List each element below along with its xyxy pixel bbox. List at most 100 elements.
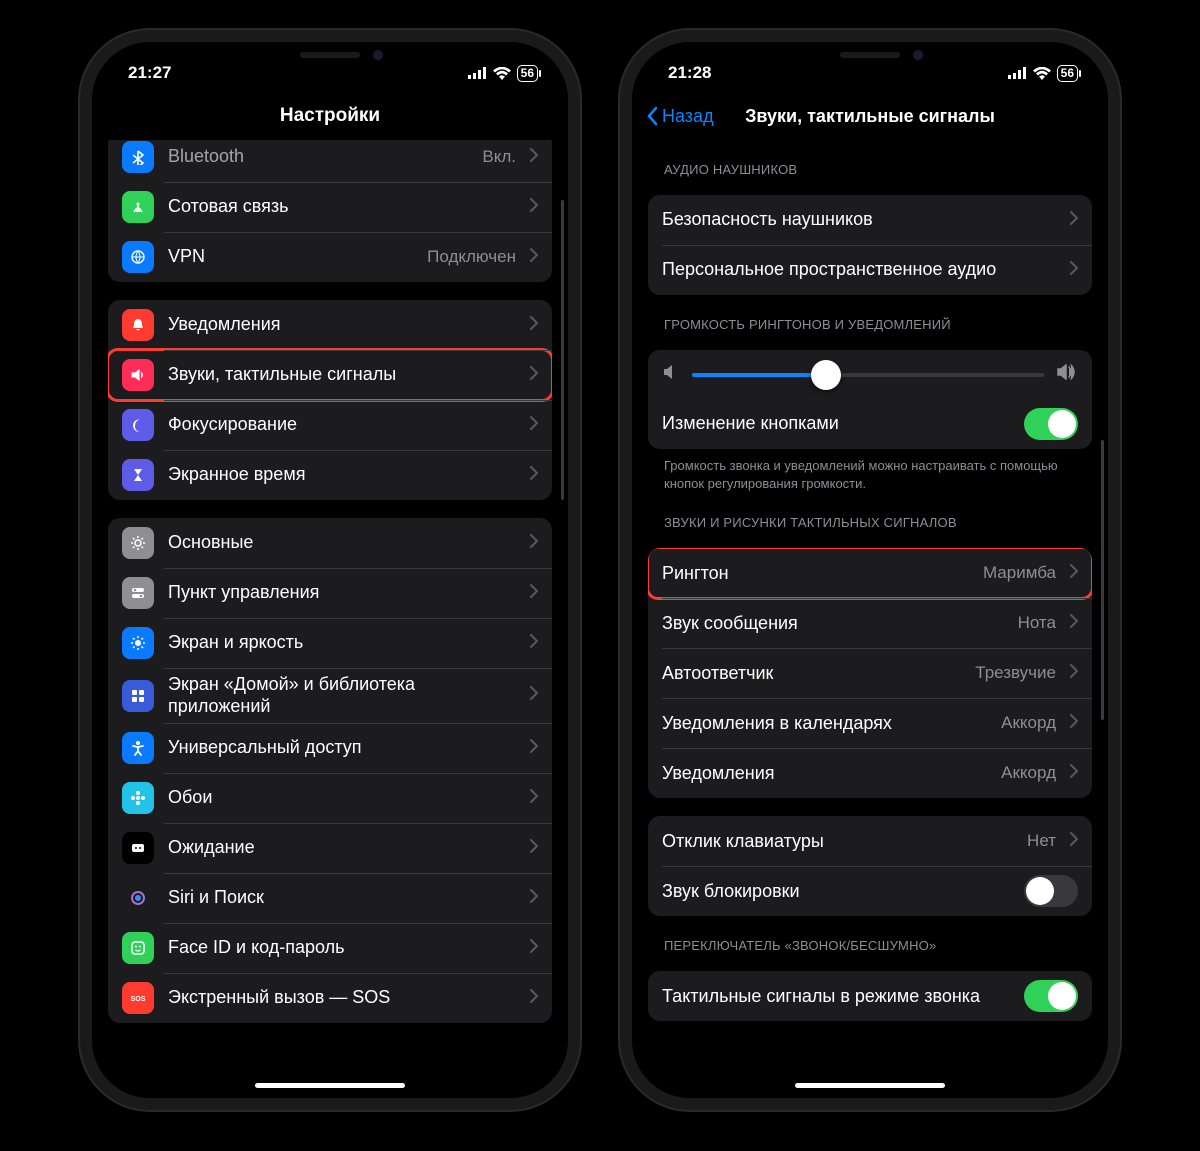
row-label: Пункт управления [168, 582, 516, 604]
settings-row-faceid[interactable]: Face ID и код-пароль [108, 923, 552, 973]
row-audio-1[interactable]: Персональное пространственное аудио [648, 245, 1092, 295]
wifi-icon [493, 67, 511, 80]
row-keyboard-feedback[interactable]: Отклик клавиатуры Нет [648, 816, 1092, 866]
vpn-icon [122, 241, 154, 273]
row-label: Уведомления в календарях [662, 713, 987, 735]
phone-right: 21:28 56 Назад Звуки, тактильные сигналы… [620, 30, 1120, 1110]
scroll-indicator[interactable] [561, 200, 564, 500]
settings-row-bell[interactable]: Уведомления [108, 300, 552, 350]
row-label: Автоответчик [662, 663, 961, 685]
chevron-right-icon [530, 839, 538, 858]
toggle-haptic-ring[interactable] [1024, 980, 1078, 1012]
chevron-right-icon [1070, 564, 1078, 583]
settings-row-brightness[interactable]: Экран и яркость [108, 618, 552, 668]
settings-row-vpn[interactable]: VPNПодключен [108, 232, 552, 282]
home-indicator[interactable] [255, 1083, 405, 1088]
settings-row-grid[interactable]: Экран «Домой» и библиотека приложений [108, 668, 552, 723]
row-sound-3[interactable]: Уведомления в календарях Аккорд [648, 698, 1092, 748]
phone-left: 21:27 56 Настройки BluetoothВкл.Сотовая … [80, 30, 580, 1110]
settings-row-flower[interactable]: Обои [108, 773, 552, 823]
switches-icon [122, 577, 154, 609]
section-header-audio: АУДИО НАУШНИКОВ [648, 140, 1092, 185]
group-keyboard-lock: Отклик клавиатуры Нет Звук блокировки [648, 816, 1092, 916]
row-label: Ожидание [168, 837, 516, 859]
settings-row-speaker[interactable]: Звуки, тактильные сигналы [108, 350, 552, 400]
chevron-right-icon [530, 316, 538, 335]
signal-icon [1008, 67, 1027, 79]
row-label: Изменение кнопками [662, 413, 1010, 435]
chevron-right-icon [530, 584, 538, 603]
section-header-switch: ПЕРЕКЛЮЧАТЕЛЬ «ЗВОНОК/БЕСШУМНО» [648, 916, 1092, 961]
sos-icon: SOS [122, 982, 154, 1014]
settings-row-antenna[interactable]: Сотовая связь [108, 182, 552, 232]
settings-group: Уведомления Звуки, тактильные сигналы Фоку… [108, 300, 552, 500]
settings-row-hourglass[interactable]: Экранное время [108, 450, 552, 500]
chevron-right-icon [1070, 261, 1078, 280]
speaker-low-icon [662, 364, 680, 385]
settings-row-switches[interactable]: Пункт управления [108, 568, 552, 618]
volume-slider-row [648, 350, 1092, 399]
row-label: Siri и Поиск [168, 887, 516, 909]
row-value: Нота [1018, 613, 1056, 633]
volume-slider[interactable] [692, 373, 1044, 377]
row-label: Персональное пространственное аудио [662, 259, 1056, 281]
nav-bar: Настройки [92, 92, 568, 140]
row-value: Аккорд [1001, 713, 1056, 733]
page-title: Звуки, тактильные сигналы [745, 106, 995, 127]
scroll-indicator[interactable] [1101, 440, 1104, 720]
settings-group: BluetoothВкл.Сотовая связьVPNПодключен [108, 140, 552, 282]
row-change-buttons[interactable]: Изменение кнопками [648, 399, 1092, 449]
row-sound-2[interactable]: АвтоответчикТрезвучие [648, 648, 1092, 698]
settings-row-accessibility[interactable]: Универсальный доступ [108, 723, 552, 773]
row-sound-4[interactable]: УведомленияАккорд [648, 748, 1092, 798]
row-label: Фокусирование [168, 414, 516, 436]
group-ring-switch: Тактильные сигналы в режиме звонка [648, 971, 1092, 1021]
row-value: Нет [1027, 831, 1056, 851]
bell-icon [122, 309, 154, 341]
settings-list[interactable]: BluetoothВкл.Сотовая связьVPNПодключен Ув… [92, 140, 568, 1086]
settings-row-standby[interactable]: Ожидание [108, 823, 552, 873]
speaker-high-icon [1056, 364, 1078, 385]
row-sound-1[interactable]: Звук сообщения Нота [648, 598, 1092, 648]
chevron-right-icon [530, 739, 538, 758]
row-label: Bluetooth [168, 146, 468, 168]
chevron-right-icon [530, 148, 538, 167]
status-time: 21:28 [668, 63, 711, 83]
settings-row-bluetooth[interactable]: BluetoothВкл. [108, 140, 552, 182]
back-button[interactable]: Назад [646, 106, 714, 127]
row-label: Уведомления [168, 314, 516, 336]
row-label: Основные [168, 532, 516, 554]
svg-text:SOS: SOS [131, 996, 146, 1003]
sounds-list[interactable]: АУДИО НАУШНИКОВ Безопасность наушников Пе… [632, 140, 1108, 1086]
group-headphone-audio: Безопасность наушников Персональное прост… [648, 195, 1092, 295]
group-volume: Изменение кнопками [648, 350, 1092, 449]
settings-row-gear[interactable]: Основные [108, 518, 552, 568]
notch [765, 42, 975, 76]
settings-row-sos[interactable]: SOSЭкстренный вызов — SOS [108, 973, 552, 1023]
row-sound-0[interactable]: РингтонМаримба [648, 548, 1092, 598]
faceid-icon [122, 932, 154, 964]
row-value: Аккорд [1001, 763, 1056, 783]
chevron-right-icon [1070, 664, 1078, 683]
row-lock-sound[interactable]: Звук блокировки [648, 866, 1092, 916]
row-audio-0[interactable]: Безопасность наушников [648, 195, 1092, 245]
group-sound-patterns: РингтонМаримба Звук сообщения Нота Автоотве… [648, 548, 1092, 798]
row-label: Универсальный доступ [168, 737, 516, 759]
screen-right: 21:28 56 Назад Звуки, тактильные сигналы… [632, 42, 1108, 1098]
bluetooth-icon [122, 141, 154, 173]
row-label: Экран «Домой» и библиотека приложений [168, 674, 516, 717]
battery-icon: 56 [1057, 65, 1078, 82]
settings-row-siri[interactable]: Siri и Поиск [108, 873, 552, 923]
toggle-change-buttons[interactable] [1024, 408, 1078, 440]
accessibility-icon [122, 732, 154, 764]
chevron-right-icon [530, 534, 538, 553]
flower-icon [122, 782, 154, 814]
row-haptic-ring[interactable]: Тактильные сигналы в режиме звонка [648, 971, 1092, 1021]
home-indicator[interactable] [795, 1083, 945, 1088]
settings-row-moon[interactable]: Фокусирование [108, 400, 552, 450]
section-footer-volume: Громкость звонка и уведомлений можно нас… [648, 449, 1092, 493]
toggle-lock-sound[interactable] [1024, 875, 1078, 907]
chevron-right-icon [1070, 714, 1078, 733]
row-label: Звук сообщения [662, 613, 1004, 635]
chevron-left-icon [646, 106, 658, 126]
